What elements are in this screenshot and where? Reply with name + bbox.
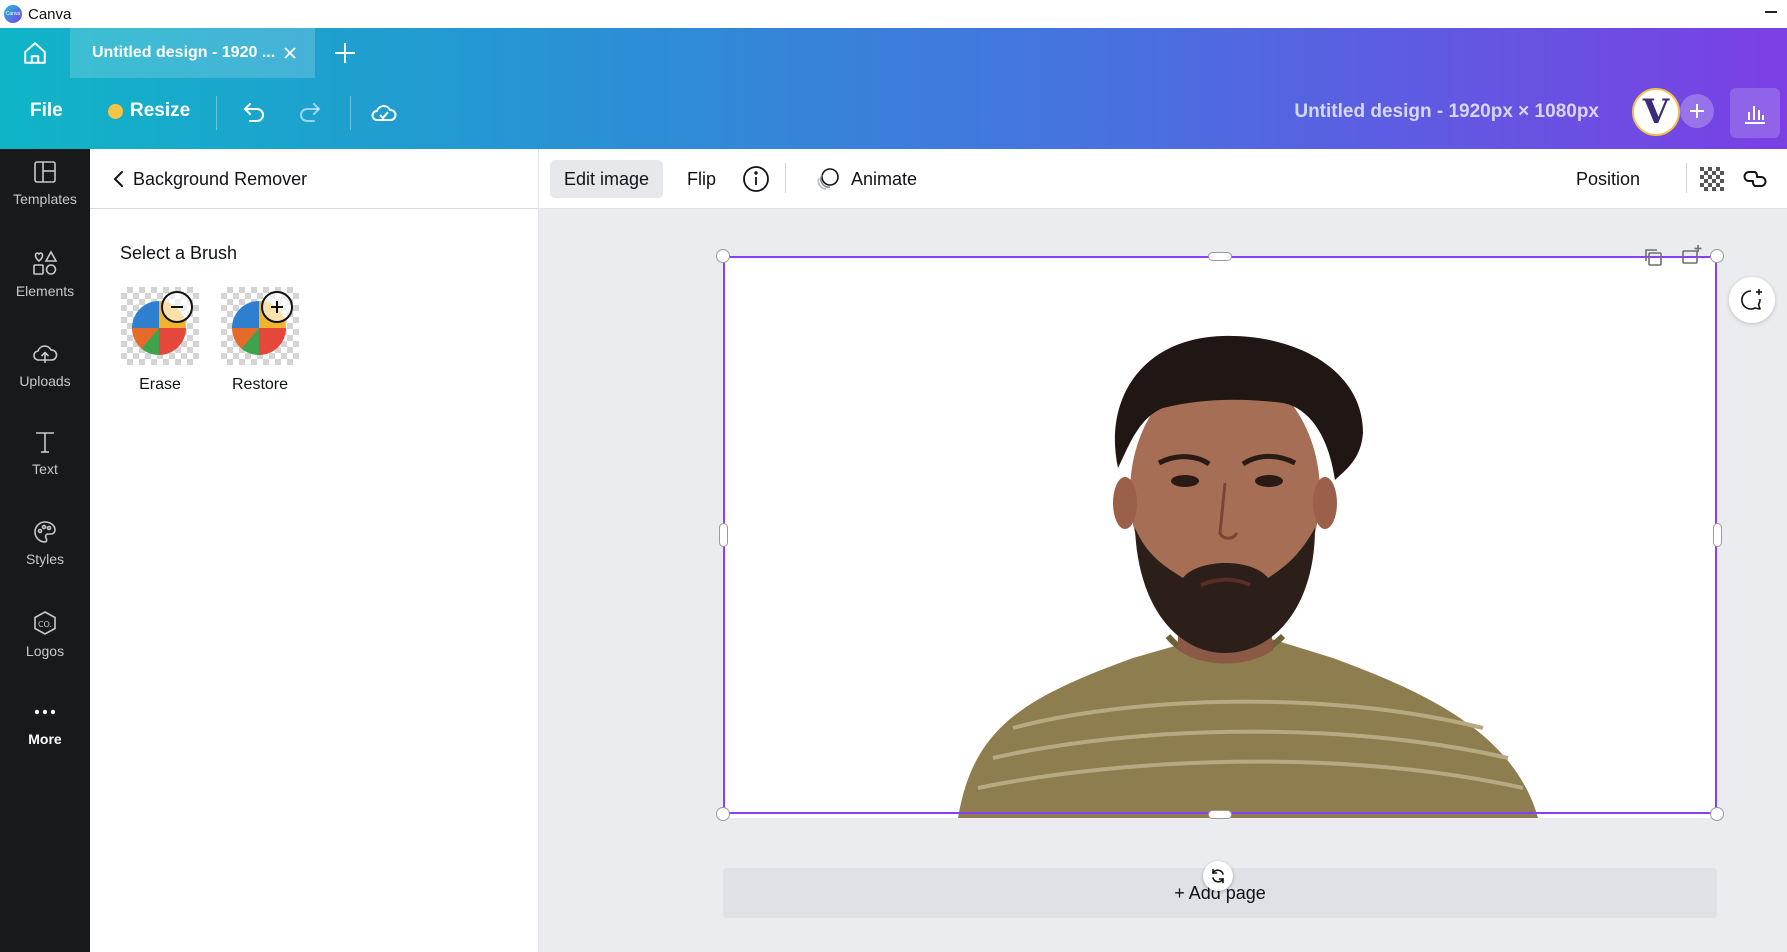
sidebar-item-label: Styles [25,551,65,567]
edit-image-button[interactable]: Edit image [550,160,664,198]
toolbar-divider [785,163,786,193]
sidebar-item-label: Uploads [19,373,71,389]
background-remover-panel: Background Remover Select a Brush Erase … [90,149,539,952]
sidebar-item-logos[interactable]: CO. Logos [0,599,90,679]
panel-header: Background Remover [90,149,538,209]
sidebar-item-label: Logos [25,643,65,659]
selection-box [723,256,1717,814]
add-comment-button[interactable] [1729,277,1775,323]
rotate-handle[interactable] [1203,861,1233,891]
sidebar-item-styles[interactable]: Styles [0,509,90,589]
text-icon [36,432,54,453]
position-label: Position [1576,168,1641,189]
crown-icon [108,103,123,119]
sidebar-item-templates[interactable]: Templates [0,149,90,229]
resize-handle-corner[interactable] [716,249,730,263]
home-button[interactable] [0,28,70,78]
info-icon[interactable] [741,164,771,194]
sidebar-item-uploads[interactable]: Uploads [0,329,90,409]
resize-label: Resize [130,100,191,121]
toolbar-divider [216,96,217,130]
editor-workspace: Edit image Flip Animate Position + Add p… [539,149,1787,952]
toolbar-divider [350,96,351,130]
resize-handle-corner[interactable] [1710,807,1724,821]
resize-handle-corner[interactable] [1710,249,1724,263]
resize-handle-bottom[interactable] [1208,810,1232,819]
home-icon [24,42,46,64]
file-menu-button[interactable]: File [30,100,63,122]
tab-title: Untitled design - 1920 ... [92,44,276,61]
animate-button[interactable]: Animate [801,160,931,198]
brush-label: Erase [139,376,181,393]
top-header: Untitled design - 1920 ... File Resize U… [0,28,1787,149]
resize-button[interactable]: Resize [108,100,190,122]
window-title: Canva [28,5,72,23]
flip-button[interactable]: Flip [673,160,730,198]
chevron-left-icon[interactable] [110,169,128,189]
close-icon[interactable] [281,44,299,62]
more-icon [34,709,56,715]
comment-plus-icon [1741,289,1762,310]
sidebar-item-label: More [28,731,62,747]
add-page-icon[interactable] [1679,243,1703,267]
flip-label: Flip [687,168,717,189]
link-icon[interactable] [1740,164,1770,194]
editor-toolbar: File Resize Untitled design - 1920px × 1… [0,78,1787,149]
redo-icon[interactable] [296,98,326,128]
insights-button[interactable] [1730,88,1780,138]
brush-preview [221,287,299,365]
resize-handle-left[interactable] [719,523,728,547]
sidebar-item-elements[interactable]: Elements [0,239,90,319]
animate-icon [817,168,839,190]
window-titlebar: Canva Canva [0,0,1787,28]
uploads-icon [33,345,58,363]
sidebar-item-more[interactable]: More [0,689,90,769]
resize-handle-right[interactable] [1713,523,1722,547]
avatar-letter: V [1642,92,1670,132]
edit-image-label: Edit image [564,168,650,189]
svg-text:CO.: CO. [38,620,52,629]
brush-label: Restore [231,376,289,393]
share-add-button[interactable] [1680,94,1714,128]
minus-icon [161,291,193,323]
tab-bar: Untitled design - 1920 ... [0,28,1787,78]
sidebar-item-label: Templates [13,191,77,207]
resize-handle-corner[interactable] [716,807,730,821]
panel-title[interactable]: Background Remover [133,169,307,190]
new-tab-plus-icon[interactable] [332,40,358,66]
styles-icon [34,521,56,543]
toolbar-divider [1686,163,1687,193]
transparency-icon[interactable] [1697,164,1727,194]
duplicate-page-icon[interactable] [1641,245,1665,269]
sidebar-item-label: Elements [15,283,75,299]
elements-icon [33,250,58,275]
restore-brush-button[interactable]: Restore [220,287,300,394]
logos-icon: CO. [34,611,56,635]
templates-icon [34,161,56,183]
bar-chart-icon [1745,106,1765,124]
animate-label: Animate [851,168,918,189]
plus-icon [1690,104,1704,118]
brush-heading: Select a Brush [120,243,238,263]
canva-logo-icon: Canva [4,5,22,23]
position-button[interactable]: Position [1562,160,1654,198]
resize-handle-top[interactable] [1208,252,1232,261]
plus-icon [261,291,293,323]
tab-design[interactable]: Untitled design - 1920 ... [70,28,315,78]
left-sidebar: Templates Elements Uploads Text Styles C… [0,149,90,952]
context-toolbar: Edit image Flip Animate Position [539,149,1787,209]
erase-brush-button[interactable]: Erase [120,287,200,394]
cloud-saved-icon[interactable] [369,98,399,128]
sidebar-item-text[interactable]: Text [0,419,90,499]
minimize-button[interactable] [1763,4,1779,20]
avatar[interactable]: V [1632,88,1680,136]
brush-preview [121,287,199,365]
design-title[interactable]: Untitled design - 1920px × 1080px [1294,101,1599,123]
sidebar-item-label: Text [32,461,58,477]
rotate-icon [1212,868,1224,884]
undo-icon[interactable] [238,98,268,128]
